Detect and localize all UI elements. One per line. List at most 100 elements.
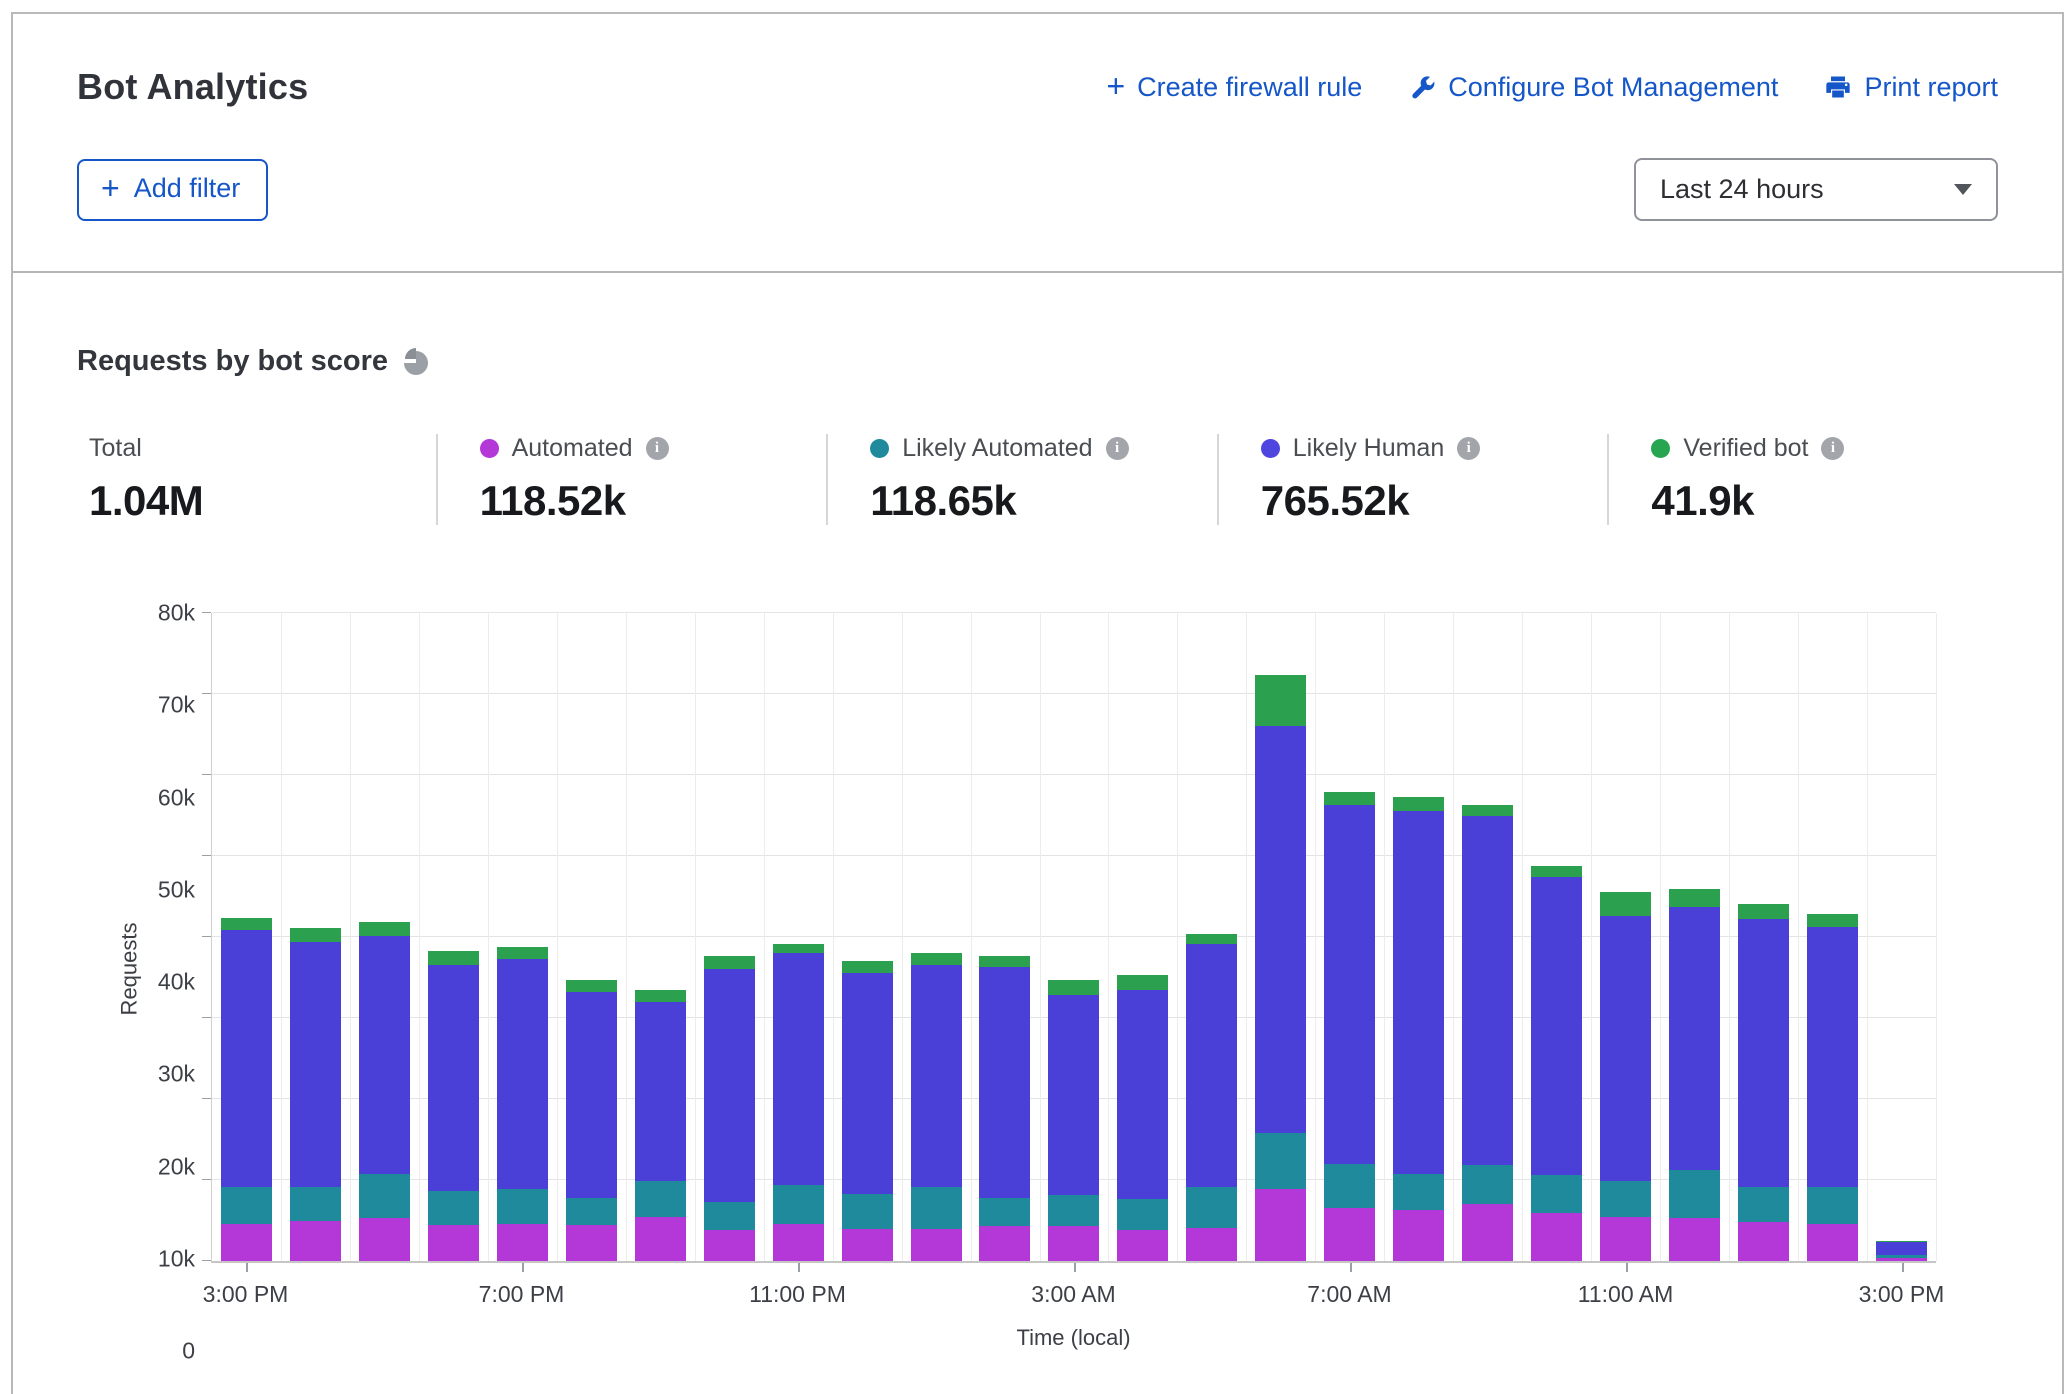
stacked-bar[interactable] <box>1669 613 1720 1261</box>
bar-segment-likely-human[interactable] <box>1048 995 1099 1195</box>
bar-segment-verified-bot[interactable] <box>290 928 341 942</box>
bar-segment-automated[interactable] <box>1876 1258 1927 1261</box>
bar-segment-likely-automated[interactable] <box>1807 1187 1858 1223</box>
info-icon[interactable]: i <box>1457 437 1480 460</box>
bar-segment-likely-automated[interactable] <box>1738 1187 1789 1223</box>
bar-segment-automated[interactable] <box>1117 1230 1168 1261</box>
bar-segment-likely-human[interactable] <box>1462 816 1513 1165</box>
stacked-bar[interactable] <box>704 613 755 1261</box>
bar-segment-verified-bot[interactable] <box>773 944 824 953</box>
bar-segment-likely-automated[interactable] <box>979 1198 1030 1226</box>
bar-segment-automated[interactable] <box>979 1226 1030 1261</box>
stacked-bar[interactable] <box>1462 613 1513 1261</box>
bar-segment-likely-human[interactable] <box>290 942 341 1187</box>
bar-segment-verified-bot[interactable] <box>1738 904 1789 919</box>
bar-segment-automated[interactable] <box>290 1221 341 1262</box>
stacked-bar[interactable] <box>566 613 617 1261</box>
info-icon[interactable]: i <box>1821 437 1844 460</box>
stacked-bar[interactable] <box>290 613 341 1261</box>
bar-segment-likely-human[interactable] <box>1600 916 1651 1181</box>
bar-segment-verified-bot[interactable] <box>704 956 755 969</box>
bar-segment-likely-automated[interactable] <box>221 1187 272 1223</box>
bar-segment-automated[interactable] <box>1462 1204 1513 1262</box>
bar-segment-verified-bot[interactable] <box>1117 975 1168 990</box>
stacked-bar[interactable] <box>842 613 893 1261</box>
stacked-bar[interactable] <box>1600 613 1651 1261</box>
bar-segment-automated[interactable] <box>1738 1222 1789 1261</box>
bar-segment-automated[interactable] <box>1807 1224 1858 1261</box>
bar-segment-likely-human[interactable] <box>635 1002 686 1181</box>
bar-segment-verified-bot[interactable] <box>1600 892 1651 915</box>
bar-segment-likely-automated[interactable] <box>911 1187 962 1228</box>
bar-segment-likely-automated[interactable] <box>842 1194 893 1229</box>
stacked-bar[interactable] <box>359 613 410 1261</box>
bar-segment-automated[interactable] <box>1600 1217 1651 1261</box>
bar-segment-likely-automated[interactable] <box>359 1174 410 1218</box>
bar-segment-likely-human[interactable] <box>1255 726 1306 1133</box>
bar-segment-likely-automated[interactable] <box>1255 1133 1306 1189</box>
bar-segment-likely-human[interactable] <box>1738 919 1789 1186</box>
bar-segment-automated[interactable] <box>359 1218 410 1261</box>
print-report-link[interactable]: Print report <box>1824 72 1998 103</box>
bar-segment-likely-human[interactable] <box>1807 927 1858 1188</box>
bar-segment-likely-human[interactable] <box>428 965 479 1192</box>
bar-segment-automated[interactable] <box>704 1230 755 1261</box>
bar-segment-verified-bot[interactable] <box>221 918 272 930</box>
bar-segment-verified-bot[interactable] <box>1531 866 1582 877</box>
stacked-bar[interactable] <box>1531 613 1582 1261</box>
bar-segment-likely-human[interactable] <box>1876 1242 1927 1256</box>
bar-segment-verified-bot[interactable] <box>1186 934 1237 945</box>
bar-segment-likely-automated[interactable] <box>428 1191 479 1224</box>
time-range-select[interactable]: Last 24 hours <box>1634 158 1998 221</box>
bar-segment-likely-automated[interactable] <box>1117 1199 1168 1230</box>
bar-segment-likely-automated[interactable] <box>290 1187 341 1220</box>
bar-segment-verified-bot[interactable] <box>1393 797 1444 811</box>
bar-segment-verified-bot[interactable] <box>1048 980 1099 995</box>
bar-segment-automated[interactable] <box>1186 1228 1237 1261</box>
bar-segment-likely-human[interactable] <box>1531 877 1582 1175</box>
bar-segment-likely-automated[interactable] <box>1186 1187 1237 1228</box>
bar-segment-verified-bot[interactable] <box>911 953 962 965</box>
bar-segment-automated[interactable] <box>1048 1226 1099 1261</box>
bar-segment-likely-human[interactable] <box>1117 990 1168 1200</box>
bar-segment-likely-human[interactable] <box>979 967 1030 1198</box>
stacked-bar[interactable] <box>221 613 272 1261</box>
bar-segment-likely-automated[interactable] <box>1600 1181 1651 1217</box>
bar-segment-automated[interactable] <box>1255 1189 1306 1261</box>
bar-segment-automated[interactable] <box>773 1224 824 1261</box>
bar-segment-likely-automated[interactable] <box>497 1189 548 1224</box>
bar-segment-likely-human[interactable] <box>1393 811 1444 1175</box>
bar-segment-automated[interactable] <box>1531 1213 1582 1261</box>
bar-segment-automated[interactable] <box>1393 1210 1444 1261</box>
configure-bot-management-link[interactable]: Configure Bot Management <box>1408 72 1778 103</box>
stacked-bar[interactable] <box>911 613 962 1261</box>
bar-segment-verified-bot[interactable] <box>842 961 893 973</box>
bar-segment-automated[interactable] <box>1669 1218 1720 1261</box>
bar-segment-verified-bot[interactable] <box>635 990 686 1002</box>
stacked-bar[interactable] <box>1255 613 1306 1261</box>
bar-segment-automated[interactable] <box>221 1224 272 1261</box>
bar-segment-verified-bot[interactable] <box>566 980 617 992</box>
stacked-bar[interactable] <box>1048 613 1099 1261</box>
bar-segment-likely-automated[interactable] <box>773 1185 824 1224</box>
stacked-bar[interactable] <box>1117 613 1168 1261</box>
stacked-bar[interactable] <box>1186 613 1237 1261</box>
bar-segment-likely-human[interactable] <box>704 969 755 1201</box>
create-firewall-rule-link[interactable]: + Create firewall rule <box>1106 71 1362 103</box>
bar-segment-likely-automated[interactable] <box>635 1181 686 1217</box>
stacked-bar[interactable] <box>1738 613 1789 1261</box>
bar-segment-likely-automated[interactable] <box>1048 1195 1099 1226</box>
bar-segment-verified-bot[interactable] <box>1255 675 1306 727</box>
bar-segment-verified-bot[interactable] <box>1324 792 1375 805</box>
stacked-bar[interactable] <box>1324 613 1375 1261</box>
bar-segment-verified-bot[interactable] <box>1807 914 1858 927</box>
stacked-bar[interactable] <box>979 613 1030 1261</box>
bar-segment-verified-bot[interactable] <box>1669 889 1720 907</box>
stacked-bar[interactable] <box>635 613 686 1261</box>
bar-segment-likely-automated[interactable] <box>704 1202 755 1230</box>
stacked-bar[interactable] <box>1876 613 1927 1261</box>
bar-segment-likely-human[interactable] <box>497 959 548 1189</box>
bar-segment-automated[interactable] <box>635 1217 686 1261</box>
info-icon[interactable]: i <box>646 437 669 460</box>
bar-segment-automated[interactable] <box>497 1224 548 1261</box>
